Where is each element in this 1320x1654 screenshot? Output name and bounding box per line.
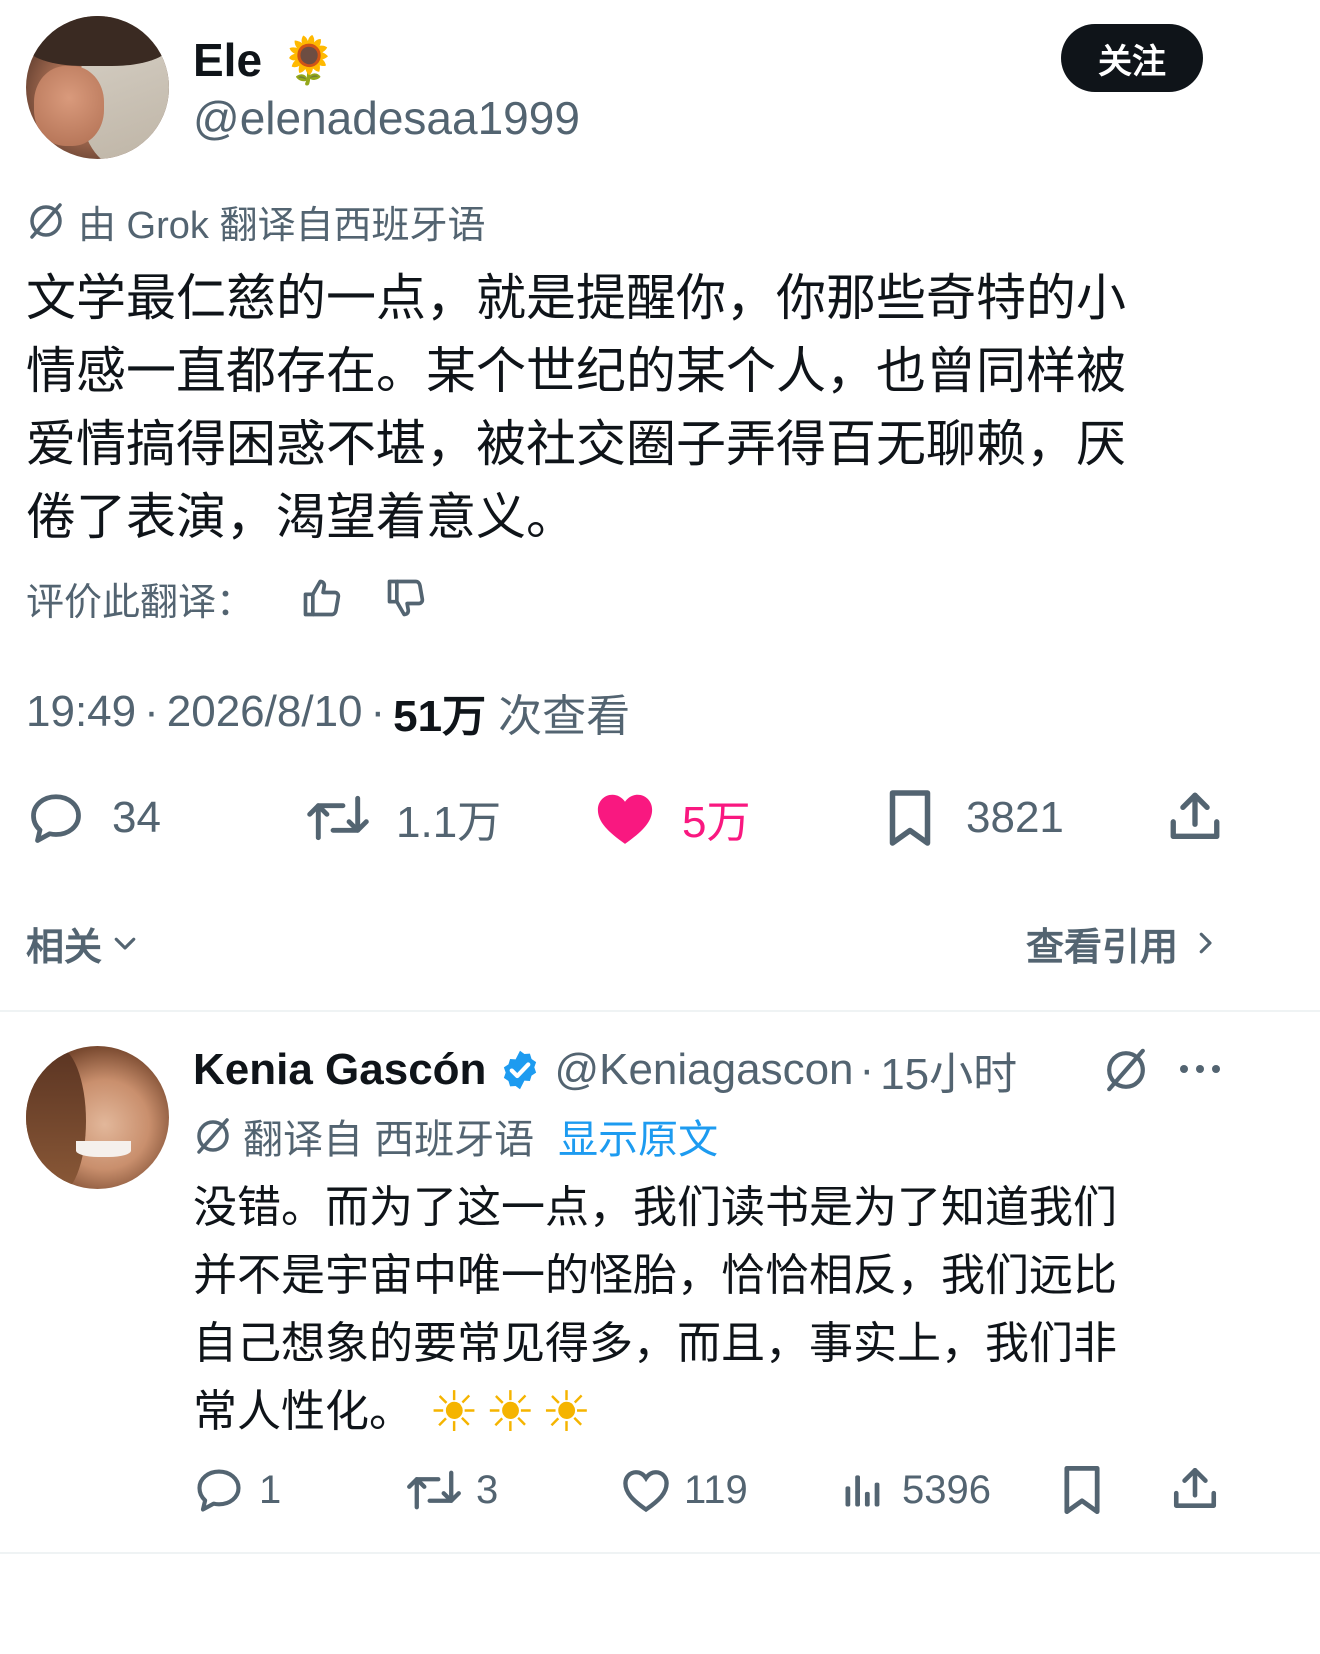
author-handle[interactable]: @elenadesaa1999 <box>193 92 580 144</box>
tweet-text: 文学最仁慈的一点，就是提醒你，你那些奇特的小 情感一直都存在。某个世纪的某个人，… <box>26 262 1226 554</box>
reply-count: 34 <box>112 793 161 842</box>
meta-separator: · <box>859 1045 875 1094</box>
section-divider <box>0 1010 1320 1012</box>
reply-icon <box>193 1464 245 1516</box>
rate-translation: 评价此翻译： <box>26 572 428 624</box>
reply-text-line: 并不是宇宙中唯一的怪胎，恰恰相反，我们远比 <box>193 1251 1117 1300</box>
more-options-icon[interactable] <box>1178 1054 1222 1084</box>
tweet-text-line: 倦了表演，渴望着意义。 <box>26 489 576 545</box>
heart-filled-icon <box>594 789 656 847</box>
reply-author-name[interactable]: Kenia Gascón <box>193 1045 486 1095</box>
reply-text-last: 常人性化。 <box>193 1387 413 1436</box>
tweet-time[interactable]: 19:49 <box>26 687 136 737</box>
share-icon[interactable] <box>1170 1464 1220 1514</box>
follow-button[interactable]: 关注 <box>1061 24 1203 92</box>
retweet-button[interactable]: 1.1万 <box>306 786 501 850</box>
view-quotes-label: 查看引用 <box>1025 926 1178 969</box>
analytics-bars-icon <box>840 1468 884 1512</box>
views-label: 次查看 <box>498 692 631 741</box>
tweet-text-line: 文学最仁慈的一点，就是提醒你，你那些奇特的小 <box>26 270 1126 326</box>
translation-notice: 由 Grok 翻译自西班牙语 <box>26 196 486 247</box>
grok-icon <box>193 1116 233 1156</box>
reply-like-count: 119 <box>684 1467 748 1512</box>
show-original-link[interactable]: 显示原文 <box>558 1107 718 1165</box>
thumbs-down-icon[interactable] <box>384 576 428 620</box>
sunflower-emoji: 🌻 <box>280 33 338 86</box>
reply-text-line: 常人性化。 ☀☀☀ <box>193 1378 1223 1446</box>
tweet-text-line: 情感一直都存在。某个世纪的某个人，也曾同样被 <box>26 343 1126 399</box>
bookmark-button[interactable]: 3821 <box>884 786 1064 850</box>
related-label: 相关 <box>26 926 103 969</box>
reply-like-button[interactable]: 119 <box>620 1462 748 1518</box>
heart-outline-icon <box>620 1465 672 1515</box>
chevron-right-icon <box>1190 928 1220 958</box>
bookmark-icon[interactable] <box>1060 1464 1104 1516</box>
avatar[interactable] <box>26 16 169 159</box>
views-count: 51万 <box>393 692 487 741</box>
reply-handle[interactable]: @Keniagascon <box>554 1045 853 1095</box>
like-count: 5万 <box>682 798 751 847</box>
reply-retweet-button[interactable]: 3 <box>406 1462 498 1518</box>
tweet-date[interactable]: 2026/8/10 <box>167 687 363 737</box>
reply-button[interactable]: 34 <box>26 786 161 850</box>
grok-icon[interactable] <box>1102 1046 1150 1094</box>
reply-views-button[interactable]: 5396 <box>840 1462 991 1518</box>
retweet-icon <box>406 1464 462 1516</box>
reply-translation-notice: 翻译自 西班牙语 显示原文 <box>193 1110 718 1162</box>
rate-translation-label: 评价此翻译： <box>26 581 255 624</box>
bookmark-count: 3821 <box>966 793 1064 842</box>
reply-avatar[interactable] <box>26 1046 169 1189</box>
author-name-row[interactable]: Ele 🌻 <box>193 32 337 88</box>
related-dropdown[interactable]: 相关 <box>26 916 140 970</box>
like-button[interactable]: 5万 <box>594 786 750 850</box>
reply-icon <box>26 788 86 848</box>
reply-text: 没错。而为了这一点，我们读书是为了知道我们 并不是宇宙中唯一的怪胎，恰恰相反，我… <box>193 1174 1223 1446</box>
reply-reply-count: 1 <box>259 1467 282 1512</box>
retweet-count: 1.1万 <box>396 798 502 847</box>
meta-separator: · <box>144 687 159 736</box>
reply-header: Kenia Gascón @Keniagascon · 15小时 <box>193 1042 1017 1099</box>
bottom-divider <box>0 1552 1320 1554</box>
thumbs-up-icon[interactable] <box>300 576 344 620</box>
meta-separator: · <box>370 687 386 736</box>
translation-notice-text: 由 Grok 翻译自西班牙语 <box>78 204 486 247</box>
tweet-meta: 19:49 · 2026/8/10 · 51万 次查看 <box>26 684 630 741</box>
reply-translated-from: 翻译自 西班牙语 <box>243 1118 535 1162</box>
author-name[interactable]: Ele <box>193 33 262 87</box>
share-icon[interactable] <box>1166 788 1224 846</box>
chevron-down-icon <box>110 928 140 958</box>
tweet-text-line: 爱情搞得困惑不堪，被社交圈子弄得百无聊赖，厌 <box>26 416 1126 472</box>
reply-text-line: 自己想象的要常见得多，而且，事实上，我们非 <box>193 1319 1117 1368</box>
retweet-icon <box>306 788 370 848</box>
reply-retweet-count: 3 <box>476 1467 499 1512</box>
reply-views-count: 5396 <box>902 1467 991 1512</box>
reply-time[interactable]: 15小时 <box>880 1038 1017 1102</box>
bookmark-icon <box>884 788 936 848</box>
grok-icon <box>26 201 66 241</box>
follow-label: 关注 <box>1098 42 1166 81</box>
reply-reply-button[interactable]: 1 <box>193 1462 281 1518</box>
view-quotes-link[interactable]: 查看引用 <box>1026 916 1220 970</box>
sun-emojis: ☀☀☀ <box>429 1380 598 1443</box>
reply-text-line: 没错。而为了这一点，我们读书是为了知道我们 <box>193 1183 1117 1232</box>
verified-badge-icon <box>498 1048 542 1092</box>
